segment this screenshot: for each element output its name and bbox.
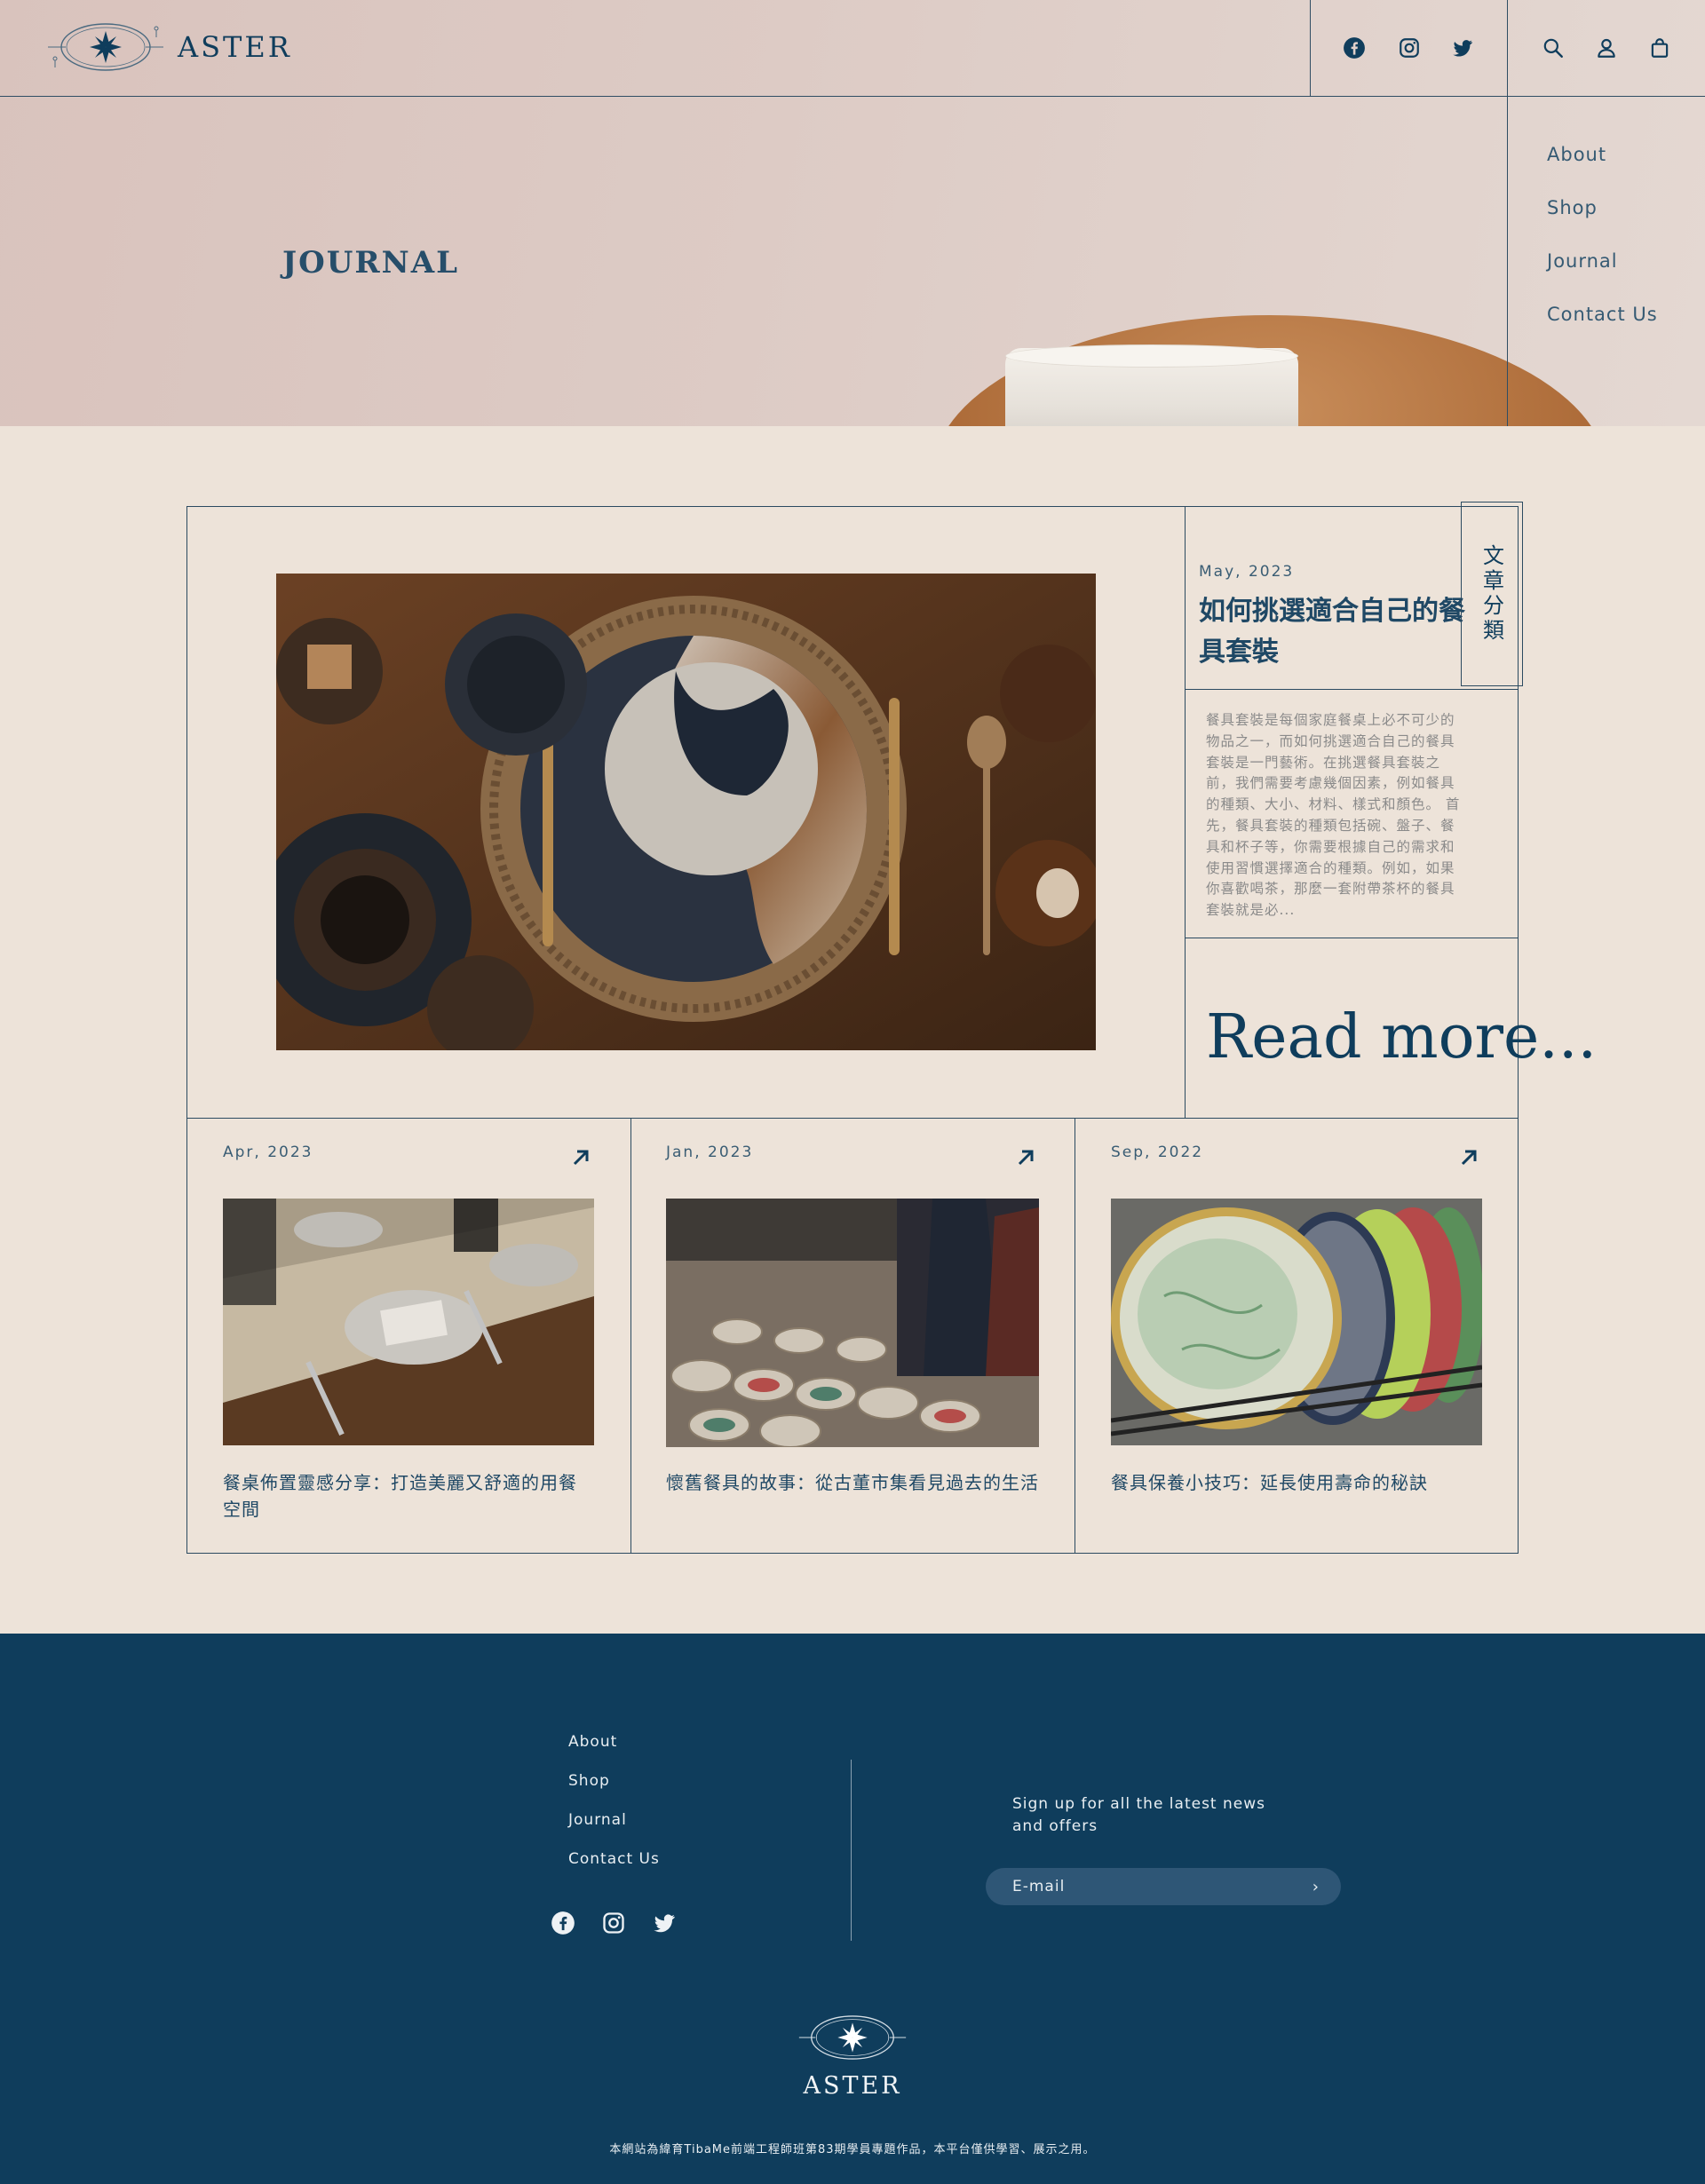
facebook-icon[interactable] <box>551 1911 575 1935</box>
page-title: JOURNAL <box>282 245 459 281</box>
footer-divider <box>851 1760 852 1941</box>
featured-excerpt: 餐具套裝是每個家庭餐桌上必不可少的物品之一，而如何挑選適合自己的餐具套裝是一門藝… <box>1206 712 1461 919</box>
footer-link-shop[interactable]: Shop <box>568 1772 660 1811</box>
side-menu-about[interactable]: About <box>1547 144 1658 197</box>
bag-icon[interactable] <box>1645 33 1675 63</box>
featured-photo[interactable] <box>276 574 1096 1050</box>
footer-link-contact[interactable]: Contact Us <box>568 1850 660 1889</box>
side-menu-contact[interactable]: Contact Us <box>1547 304 1658 357</box>
featured-date: May, 2023 <box>1199 563 1295 581</box>
arrow-up-right-icon[interactable] <box>1015 1147 1036 1168</box>
post-date: Apr, 2023 <box>223 1143 313 1161</box>
facebook-icon[interactable] <box>1339 33 1369 63</box>
side-menu: About Shop Journal Contact Us <box>1547 144 1658 357</box>
user-icon[interactable] <box>1591 33 1622 63</box>
category-button[interactable]: 文章分類 <box>1461 502 1523 686</box>
brand-logo[interactable]: ASTER <box>46 20 292 75</box>
header-divider <box>0 96 1705 97</box>
twitter-icon[interactable] <box>1447 33 1478 63</box>
post-photo[interactable] <box>1111 1199 1482 1445</box>
header-divider-social <box>1310 0 1311 96</box>
instagram-icon[interactable] <box>1394 33 1424 63</box>
arrow-up-right-icon[interactable] <box>570 1147 591 1168</box>
footer-logo[interactable]: ASTER <box>797 2012 908 2100</box>
side-menu-shop[interactable]: Shop <box>1547 197 1658 250</box>
post-title[interactable]: 餐桌佈置靈感分享：打造美麗又舒適的用餐空間 <box>223 1469 594 1523</box>
post-photo[interactable] <box>666 1199 1039 1447</box>
footer-disclaimer: 本網站為緯育TibaMe前端工程師班第83期學員專題作品，本平台僅供學習、展示之… <box>609 2143 1096 2156</box>
category-label: 文章分類 <box>1479 544 1504 644</box>
footer-nav: About Shop Journal Contact Us <box>568 1733 660 1889</box>
post-title[interactable]: 懷舊餐具的故事：從古董市集看見過去的生活 <box>666 1469 1039 1496</box>
twitter-icon[interactable] <box>652 1911 677 1935</box>
featured-title[interactable]: 如何挑選適合自己的餐具套裝 <box>1199 591 1465 673</box>
footer-link-about[interactable]: About <box>568 1733 660 1772</box>
instagram-icon[interactable] <box>601 1911 626 1935</box>
side-menu-divider <box>1507 0 1508 426</box>
hero-cup-rim <box>1005 344 1298 368</box>
aster-emblem-icon <box>48 23 163 71</box>
brand-name: ASTER <box>178 30 292 64</box>
chevron-right-icon[interactable]: › <box>1312 1878 1320 1896</box>
footer-link-journal[interactable]: Journal <box>568 1811 660 1850</box>
post-title[interactable]: 餐具保養小技巧：延長使用壽命的秘訣 <box>1111 1469 1482 1496</box>
footer-brand-name: ASTER <box>803 2072 902 2100</box>
footer <box>0 1634 1705 2184</box>
search-icon[interactable] <box>1538 33 1568 63</box>
post-date: Sep, 2022 <box>1111 1143 1204 1161</box>
email-placeholder: E-mail <box>1012 1878 1066 1895</box>
read-more-link[interactable]: Read more... <box>1206 1008 1597 1068</box>
post-photo[interactable] <box>223 1199 594 1445</box>
newsletter-text: Sign up for all the latest news and offe… <box>1012 1795 1265 1835</box>
side-menu-journal[interactable]: Journal <box>1547 250 1658 304</box>
arrow-up-right-icon[interactable] <box>1458 1147 1479 1168</box>
aster-emblem-icon <box>798 2015 907 2060</box>
email-field[interactable]: E-mail › <box>986 1868 1341 1905</box>
post-date: Jan, 2023 <box>666 1143 754 1161</box>
